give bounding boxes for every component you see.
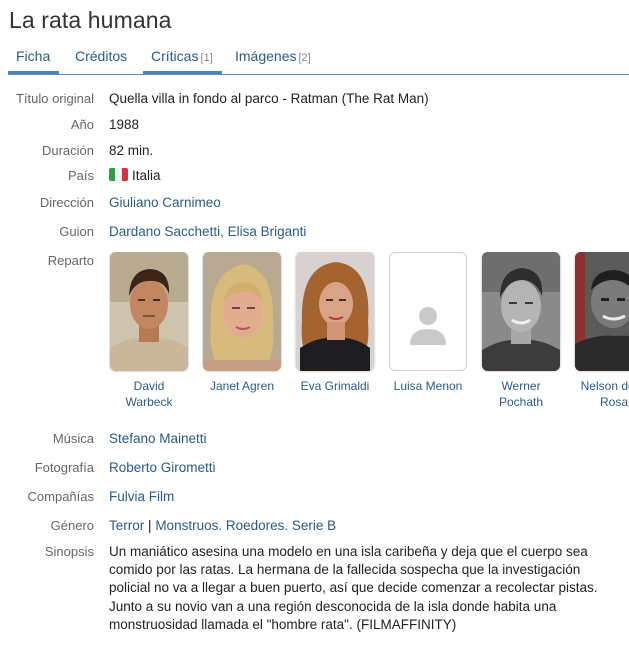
music-link[interactable]: Stefano Mainetti [109, 431, 207, 446]
portrait-image [203, 252, 281, 371]
cast-name[interactable]: Janet Agren [202, 378, 282, 394]
genre-label: Género [50, 518, 94, 533]
tab-ficha[interactable]: Ficha [8, 48, 59, 74]
tab-criticas-count: [1] [200, 52, 213, 64]
cast-member[interactable]: Nelson de la Rosa [574, 252, 629, 410]
cast-photo[interactable] [482, 252, 560, 371]
genre-separator: | [148, 518, 152, 533]
tab-creditos-label: Créditos [75, 48, 128, 64]
cast-member[interactable]: Eva Grimaldi [295, 252, 375, 394]
cast-photo[interactable] [296, 252, 374, 371]
italy-flag-icon [109, 168, 128, 181]
photography-label: Fotografía [34, 460, 94, 475]
music-label: Música [52, 431, 94, 446]
original-title-value: Quella villa in fondo al parco - Ratman … [109, 91, 429, 106]
portrait-image [296, 252, 374, 371]
cast-name[interactable]: Luisa Menon [388, 378, 468, 394]
genre-main-link[interactable]: Terror [109, 518, 144, 533]
synopsis-label: Sinopsis [44, 544, 94, 559]
cast-photo[interactable] [575, 252, 629, 371]
screenplay-label: Guion [59, 224, 94, 239]
synopsis-text: Un maniático asesina una modelo en una i… [109, 544, 598, 632]
tab-criticas-label: Críticas [151, 48, 199, 64]
genre-topics-link[interactable]: Monstruos. Roedores. Serie B [155, 518, 336, 533]
user-placeholder-icon [410, 307, 446, 345]
portrait-image [575, 252, 629, 371]
tab-imagenes-label: Imágenes [235, 48, 297, 64]
cast-member[interactable]: Werner Pochath [481, 252, 561, 410]
companies-value: Fulvia Film [109, 489, 174, 504]
screenplay-link[interactable]: Dardano Sacchetti, Elisa Briganti [109, 224, 306, 239]
director-value: Giuliano Carnimeo [109, 195, 221, 210]
tab-imagenes-count: [2] [298, 52, 311, 64]
portrait-image [482, 252, 560, 371]
year-value: 1988 [109, 117, 140, 132]
duration-label: Duración [41, 143, 94, 158]
tab-imagenes[interactable]: Imágenes [2] [235, 48, 311, 74]
original-title-label: Título original [15, 91, 94, 106]
music-value: Stefano Mainetti [109, 431, 207, 446]
year-label: Año [70, 117, 94, 132]
country-name: Italia [132, 168, 161, 183]
director-link[interactable]: Giuliano Carnimeo [109, 195, 221, 210]
cast-name[interactable]: Nelson de la Rosa [574, 378, 629, 410]
duration-value: 82 min. [109, 143, 154, 158]
cast-photo[interactable] [203, 252, 281, 371]
genre-value: Terror | Monstruos. Roedores. Serie B [109, 518, 336, 533]
cast-name[interactable]: David Warbeck [109, 378, 189, 410]
country-label: País [67, 168, 94, 183]
country-value: Italia [109, 168, 161, 183]
cast-label: Reparto [47, 253, 94, 268]
cast-name[interactable]: Eva Grimaldi [295, 378, 375, 394]
photography-value: Roberto Girometti [109, 460, 216, 475]
director-label: Dirección [39, 195, 94, 210]
tab-creditos[interactable]: Créditos [75, 48, 127, 74]
portrait-image [110, 252, 188, 371]
cast-strip: David Warbeck Janet Agren Eva Grimaldi L… [109, 252, 629, 412]
companies-link[interactable]: Fulvia Film [109, 489, 174, 504]
tab-ficha-label: Ficha [16, 48, 51, 64]
cast-member[interactable]: David Warbeck [109, 252, 189, 410]
cast-member[interactable]: Luisa Menon [388, 252, 468, 394]
cast-photo[interactable] [110, 252, 188, 371]
cast-member[interactable]: Janet Agren [202, 252, 282, 394]
screenplay-value: Dardano Sacchetti, Elisa Briganti [109, 224, 306, 239]
page-title: La rata humana [9, 7, 172, 33]
cast-name[interactable]: Werner Pochath [481, 378, 561, 410]
cast-photo-placeholder[interactable] [389, 252, 467, 371]
tab-criticas[interactable]: Críticas [1] [143, 48, 222, 74]
photography-link[interactable]: Roberto Girometti [109, 460, 216, 475]
companies-label: Compañías [27, 489, 94, 504]
tab-bar: Ficha Créditos Críticas [1] Imágenes [2] [8, 48, 629, 75]
